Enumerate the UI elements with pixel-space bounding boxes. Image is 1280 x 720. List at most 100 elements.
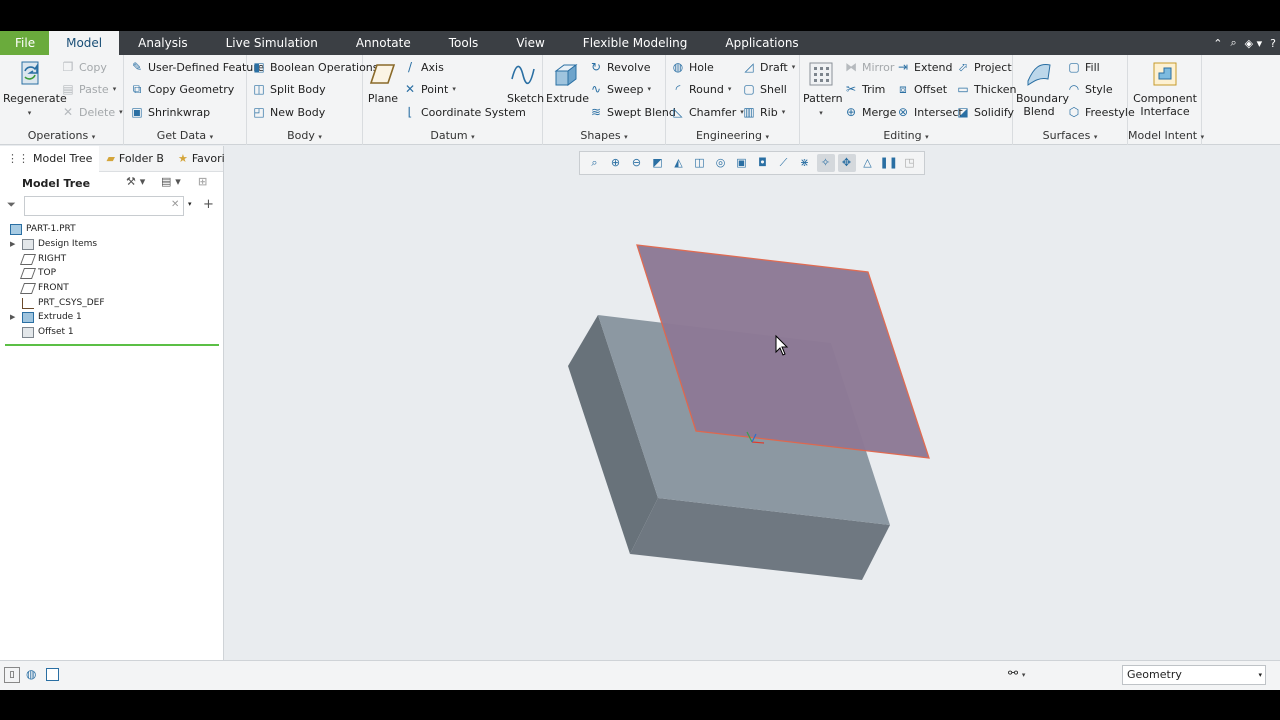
intersect-button[interactable]: ⊗ Intersect xyxy=(896,105,963,119)
tab-view[interactable]: View xyxy=(497,31,563,55)
plane-button[interactable]: Plane xyxy=(367,59,399,105)
tree-columns-icon[interactable]: ⊞ xyxy=(198,175,207,188)
draft-button[interactable]: ◿ Draft ▾ xyxy=(742,60,795,74)
saved-orientations-icon[interactable]: ◫ xyxy=(691,154,709,172)
appearance-icon[interactable]: △ xyxy=(859,154,877,172)
group-label-operations[interactable]: Operations ▾ xyxy=(0,129,123,142)
swept-blend-button[interactable]: ≋ Swept Blend xyxy=(589,105,676,119)
tab-file[interactable]: File xyxy=(0,31,50,55)
tab-applications[interactable]: Applications xyxy=(706,31,817,55)
user-defined-feature-button[interactable]: ✎ User-Defined Feature xyxy=(130,60,264,74)
component-interface-button[interactable]: Component Interface xyxy=(1130,59,1200,118)
shrinkwrap-button[interactable]: ▣ Shrinkwrap xyxy=(130,105,210,119)
annotation-display-icon[interactable]: ✥ xyxy=(837,154,856,172)
trim-button[interactable]: ✂ Trim xyxy=(844,82,885,96)
perspective-icon[interactable]: ▣ xyxy=(733,154,751,172)
selection-filter-dropdown[interactable]: Geometry ▾ xyxy=(1122,665,1266,685)
tab-tools[interactable]: Tools xyxy=(430,31,498,55)
mirror-button[interactable]: ⧓ Mirror xyxy=(844,60,894,74)
fill-button[interactable]: ▢ Fill xyxy=(1067,60,1099,74)
tree-item-part[interactable]: PART-1.PRT xyxy=(10,222,76,236)
regenerate-button[interactable]: Regenerate ▾ xyxy=(3,59,67,120)
pattern-button[interactable]: Pattern ▾ xyxy=(803,59,843,120)
datum-display-icon[interactable]: ⋇ xyxy=(796,154,814,172)
paste-button[interactable]: ▤ Paste ▾ xyxy=(61,82,116,96)
clear-search-icon[interactable]: ✕ xyxy=(171,199,179,210)
graphics-area[interactable]: ⌕ ⊕ ⊖ ◩ ◭ ◫ ◎ ▣ ◘ ⟋ ⋇ ✧ ✥ △ ❚❚ ◳ xyxy=(225,146,1280,660)
zoom-out-icon[interactable]: ⊖ xyxy=(628,154,646,172)
animation-icon[interactable]: ◳ xyxy=(901,154,919,172)
tree-item-csys[interactable]: PRT_CSYS_DEF xyxy=(10,296,105,310)
view-manager-icon[interactable]: ◎ xyxy=(712,154,730,172)
copy-button[interactable]: ❐ Copy xyxy=(61,60,107,74)
delete-button[interactable]: ✕ Delete ▾ xyxy=(61,105,123,119)
boolean-operations-button[interactable]: ◧ Boolean Operations xyxy=(252,60,378,74)
refit-icon[interactable]: ⌕ xyxy=(586,154,604,172)
style-button[interactable]: ◠ Style xyxy=(1067,82,1113,96)
tree-filter-list-icon[interactable]: ▤ ▾ xyxy=(161,175,181,188)
tab-folder-browser[interactable]: ▰ Folder B xyxy=(99,146,171,172)
boundary-blend-button[interactable]: Boundary Blend xyxy=(1016,59,1069,118)
insert-here-indicator[interactable] xyxy=(5,344,219,346)
spin-center-icon[interactable]: ✧ xyxy=(816,154,835,172)
tree-settings-icon[interactable]: ⚒ ▾ xyxy=(126,175,145,188)
help-icon[interactable]: ? xyxy=(1270,37,1276,50)
axis-button[interactable]: / Axis xyxy=(403,60,444,74)
display-style-icon[interactable]: ◭ xyxy=(670,154,688,172)
chamfer-button[interactable]: ◺ Chamfer ▾ xyxy=(671,105,743,119)
thicken-button[interactable]: ▭ Thicken xyxy=(956,82,1016,96)
tab-live-simulation[interactable]: Live Simulation xyxy=(207,31,337,55)
find-icon[interactable]: ⚯ ▾ xyxy=(1008,666,1025,680)
add-icon[interactable]: + xyxy=(203,197,214,212)
group-label-datum[interactable]: Datum ▾ xyxy=(363,129,542,142)
search-icon[interactable]: ⌕ xyxy=(1231,36,1237,50)
group-label-get-data[interactable]: Get Data ▾ xyxy=(124,129,246,142)
tree-item-offset-1[interactable]: Offset 1 xyxy=(10,325,74,339)
repaint-icon[interactable]: ◩ xyxy=(649,154,667,172)
round-button[interactable]: ◜ Round ▾ xyxy=(671,82,732,96)
expand-icon[interactable]: ▶ xyxy=(10,240,18,248)
offset-button[interactable]: ⧈ Offset xyxy=(896,82,947,96)
tab-model-tree[interactable]: ⋮⋮ Model Tree xyxy=(0,145,100,172)
solidify-button[interactable]: ◪ Solidify xyxy=(956,105,1014,119)
copy-geometry-button[interactable]: ⧉ Copy Geometry xyxy=(130,82,235,96)
search-dropdown-icon[interactable]: ▾ xyxy=(188,200,192,208)
group-label-shapes[interactable]: Shapes ▾ xyxy=(543,129,665,142)
tab-flexible-modeling[interactable]: Flexible Modeling xyxy=(564,31,707,55)
rib-button[interactable]: ▥ Rib ▾ xyxy=(742,105,785,119)
shell-button[interactable]: ▢ Shell xyxy=(742,82,787,96)
tree-item-front[interactable]: FRONT xyxy=(10,281,69,295)
help-center-icon[interactable]: ◈ ▾ xyxy=(1245,37,1262,50)
group-label-editing[interactable]: Editing ▾ xyxy=(800,129,1012,142)
point-button[interactable]: ✕ Point ▾ xyxy=(403,82,456,96)
sweep-button[interactable]: ∿ Sweep ▾ xyxy=(589,82,651,96)
coordinate-system-button[interactable]: ⌊ Coordinate System xyxy=(403,105,526,119)
hole-button[interactable]: ◍ Hole xyxy=(671,60,714,74)
filter-icon[interactable]: ⏷ xyxy=(7,198,16,212)
full-screen-icon[interactable] xyxy=(46,668,59,681)
tab-model[interactable]: Model xyxy=(49,31,120,55)
tree-item-extrude-1[interactable]: ▶ Extrude 1 xyxy=(10,310,82,324)
group-label-engineering[interactable]: Engineering ▾ xyxy=(666,129,799,142)
merge-button[interactable]: ⊕ Merge xyxy=(844,105,896,119)
tree-item-right[interactable]: RIGHT xyxy=(10,252,66,266)
sketch-view-icon[interactable]: ⟋ xyxy=(775,154,793,172)
freestyle-button[interactable]: ⬡ Freestyle xyxy=(1067,105,1135,119)
expand-icon[interactable]: ▶ xyxy=(10,313,18,321)
project-button[interactable]: ⬀ Project xyxy=(956,60,1012,74)
revolve-button[interactable]: ↻ Revolve xyxy=(589,60,651,74)
navigator-toggle-icon[interactable]: ▯ xyxy=(4,667,20,683)
tab-annotate[interactable]: Annotate xyxy=(337,31,430,55)
group-label-surfaces[interactable]: Surfaces ▾ xyxy=(1013,129,1127,142)
tree-item-top[interactable]: TOP xyxy=(10,266,56,280)
section-icon[interactable]: ◘ xyxy=(754,154,772,172)
extrude-button[interactable]: Extrude xyxy=(546,59,589,105)
group-label-body[interactable]: Body ▾ xyxy=(247,129,362,142)
new-body-button[interactable]: ◰ New Body xyxy=(252,105,325,119)
tree-search-input[interactable] xyxy=(24,196,184,216)
extend-button[interactable]: ⇥ Extend xyxy=(896,60,953,74)
sketch-button[interactable]: Sketch xyxy=(507,59,544,105)
group-label-model-intent[interactable]: Model Intent ▾ xyxy=(1128,129,1204,142)
tab-analysis[interactable]: Analysis xyxy=(119,31,206,55)
tree-item-design-items[interactable]: ▶ Design Items xyxy=(10,237,97,251)
